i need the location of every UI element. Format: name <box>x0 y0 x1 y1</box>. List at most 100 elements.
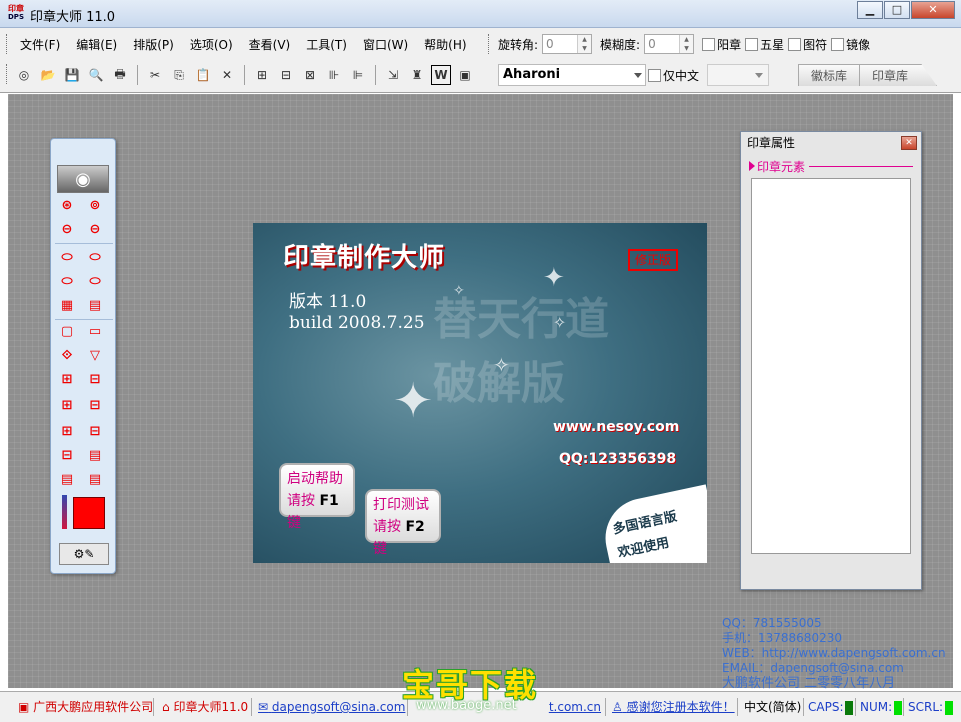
strip-alt-stamp-icon[interactable]: ▤ <box>58 471 76 489</box>
triangle-stamp-icon[interactable]: ▽ <box>86 347 104 365</box>
h-split-stamp-icon[interactable]: ⊟ <box>86 423 104 441</box>
spinner-arrows-icon[interactable]: ▲ ▼ <box>679 35 694 53</box>
grid-stamp-icon[interactable]: ▦ <box>58 297 76 315</box>
save-icon[interactable]: 💾 <box>62 65 82 85</box>
word-icon[interactable]: W <box>431 65 451 85</box>
help-f1-button[interactable]: 启动帮助 请按 F1 键 <box>279 463 355 531</box>
tab-stamp-library[interactable]: 印章库 <box>859 64 938 86</box>
checkbox-box[interactable] <box>745 37 759 51</box>
close-button[interactable]: ✕ <box>911 1 955 19</box>
four-grid-alt-stamp-icon[interactable]: ⊞ <box>58 397 76 415</box>
copy-icon[interactable]: ⎘ <box>169 65 189 85</box>
checkbox-box[interactable] <box>702 37 716 51</box>
four-grid-stamp-icon[interactable]: ⊞ <box>58 371 76 389</box>
oval-double-stamp-icon[interactable]: ⬭ <box>86 249 104 267</box>
align-center-icon[interactable]: ⊞ <box>252 65 272 85</box>
stamp-elements-label: 印章元素 <box>757 159 806 174</box>
checkbox-mirror[interactable]: 镜像 <box>831 36 870 53</box>
stamp-icon[interactable]: ♜ <box>407 65 427 85</box>
caps-led-indicator <box>845 700 854 715</box>
current-color-swatch[interactable] <box>73 497 105 529</box>
oval-stamp-icon[interactable]: ⬭ <box>58 249 76 267</box>
checkbox-chinese-only[interactable]: 仅中文 <box>648 67 699 84</box>
chevron-down-icon[interactable] <box>755 73 764 78</box>
blur-spinner[interactable]: 0 ▲ ▼ <box>644 34 695 54</box>
menu-edit[interactable]: 编辑(E) <box>68 36 125 53</box>
distribute-horizontal-icon[interactable]: ⊪ <box>324 65 344 85</box>
preview-icon[interactable]: 🔍 <box>86 65 106 85</box>
menu-file[interactable]: 文件(F) <box>12 36 68 53</box>
menu-options[interactable]: 选项(O) <box>182 36 241 53</box>
open-icon[interactable]: 📂 <box>38 65 58 85</box>
align-left-icon[interactable]: ⊟ <box>276 65 296 85</box>
square-stamp-icon[interactable]: ▢ <box>58 323 76 341</box>
rect-stamp-icon[interactable]: ▭ <box>86 323 104 341</box>
oval-line-stamp-icon[interactable]: ⬭ <box>58 273 76 291</box>
checkbox-symbol[interactable]: 图符 <box>788 36 827 53</box>
controlbar-grip[interactable] <box>488 34 491 54</box>
stamp-elements-list[interactable] <box>751 178 911 554</box>
toolbar-grip[interactable] <box>6 64 9 84</box>
print-icon[interactable]: 🖶 <box>110 65 130 85</box>
rotation-spinner[interactable]: 0 ▲ ▼ <box>542 34 593 54</box>
paste-icon[interactable]: 📋 <box>193 65 213 85</box>
print-test-f2-button[interactable]: 打印测试 请按 F2 键 <box>365 489 441 557</box>
checkbox-positive[interactable]: 阳章 <box>702 36 741 53</box>
maximize-button[interactable]: □ <box>884 1 910 19</box>
six-grid-stamp-icon[interactable]: ⊞ <box>58 423 76 441</box>
menu-window[interactable]: 窗口(W) <box>355 36 416 53</box>
watermark-url: www.baoge.net <box>416 698 517 713</box>
split-grid-stamp-icon[interactable]: ⊟ <box>86 371 104 389</box>
eye-icon[interactable]: ◉ <box>57 165 109 193</box>
diamond-stamp-icon[interactable]: ⟐ <box>58 347 76 365</box>
splash-screen[interactable]: ✦ ✦ ✧ ✧ ✧ 替天行道 破解版 印章制作大师 版本 11.0 build … <box>253 223 707 563</box>
scrl-label: SCRL: <box>908 700 944 714</box>
stamp-elements-header[interactable]: 印章元素 <box>749 158 913 174</box>
rect-grid-stamp-icon[interactable]: ▤ <box>86 297 104 315</box>
checkbox-star[interactable]: 五星 <box>745 36 784 53</box>
round-stamp-icon[interactable]: ⊖ <box>58 221 76 239</box>
align-right-icon[interactable]: ⊠ <box>300 65 320 85</box>
strip-stamp-icon[interactable]: ▤ <box>86 447 104 465</box>
image-icon[interactable]: ▣ <box>455 65 475 85</box>
minimize-button[interactable]: ▁ <box>857 1 883 19</box>
checkbox-box[interactable] <box>648 68 661 82</box>
round-line-stamp-icon[interactable]: ⊖ <box>86 221 104 239</box>
revision-stamp: 修正版 <box>628 249 678 271</box>
delete-icon[interactable]: ✕ <box>217 65 237 85</box>
status-app-text: 印章大师11.0 <box>173 700 249 714</box>
cut-icon[interactable]: ✂ <box>145 65 165 85</box>
toolbar-separator <box>244 65 245 85</box>
oval-center-stamp-icon[interactable]: ⬭ <box>86 273 104 291</box>
round-star-stamp-icon[interactable]: ⊛ <box>58 197 76 215</box>
distribute-vertical-icon[interactable]: ⊫ <box>348 65 368 85</box>
properties-close-button[interactable]: ✕ <box>901 136 917 150</box>
menubar-grip[interactable] <box>6 34 9 54</box>
menu-view[interactable]: 查看(V) <box>241 36 299 53</box>
round-double-stamp-icon[interactable]: ⊚ <box>86 197 104 215</box>
rotation-value[interactable]: 0 <box>543 35 577 53</box>
export-icon[interactable]: ⇲ <box>383 65 403 85</box>
column-stamp-icon[interactable]: ⊟ <box>86 397 104 415</box>
menu-help[interactable]: 帮助(H) <box>416 36 474 53</box>
spinner-arrows-icon[interactable]: ▲ ▼ <box>577 35 592 53</box>
checkbox-box[interactable] <box>831 37 845 51</box>
splash-build: build 2008.7.25 <box>289 313 425 333</box>
contact-phone: 手机：13788680230 <box>722 631 842 645</box>
menu-tools[interactable]: 工具(T) <box>298 36 355 53</box>
menu-layout[interactable]: 排版(P) <box>125 36 182 53</box>
chevron-down-icon[interactable] <box>634 73 642 78</box>
font-select[interactable]: Aharoni <box>498 64 646 86</box>
blur-value[interactable]: 0 <box>645 35 679 53</box>
help-button-key: F1 <box>319 493 339 509</box>
long-strip-stamp-icon[interactable]: ▤ <box>86 471 104 489</box>
expand-arrow-icon[interactable] <box>749 161 755 171</box>
font-size-select[interactable] <box>707 64 770 86</box>
new-icon[interactable]: ◎ <box>14 65 34 85</box>
status-email-link[interactable]: ✉ dapengsoft@sina.com <box>254 698 408 716</box>
settings-edit-icon[interactable]: ⚙✎ <box>59 543 109 565</box>
tab-logo-library[interactable]: 徽标库 <box>798 64 861 86</box>
color-gradient-bar[interactable] <box>62 495 67 529</box>
checkbox-box[interactable] <box>788 37 802 51</box>
tall-stamp-icon[interactable]: ⊟ <box>58 447 76 465</box>
